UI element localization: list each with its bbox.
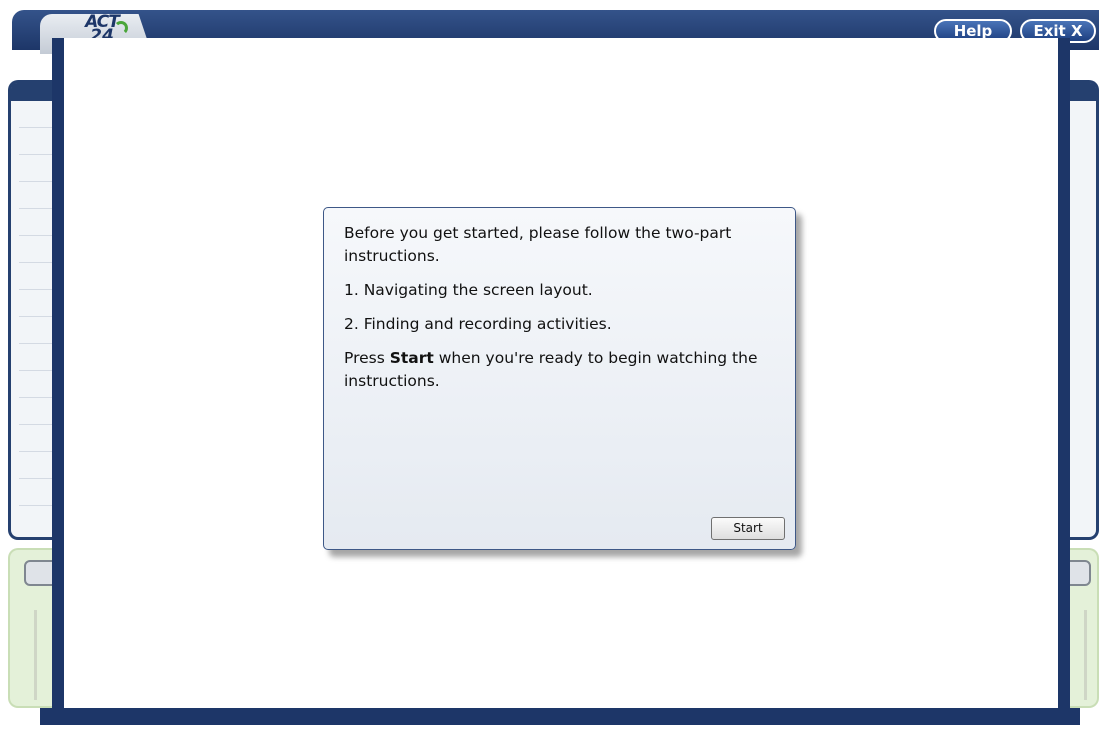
dialog-intro-text: Before you get started, please follow th… (344, 224, 732, 265)
logo-swirl-icon (114, 21, 128, 35)
dialog-press-start-text: Press Start when you're ready to begin w… (344, 349, 758, 390)
dialog-step-2: 2. Finding and recording activities. (344, 315, 612, 333)
dialog-body: Before you get started, please follow th… (344, 222, 774, 404)
overlay-bottom-bar (40, 708, 1080, 725)
dialog-step-1: 1. Navigating the screen layout. (344, 281, 593, 299)
instructions-dialog: Before you get started, please follow th… (323, 207, 796, 550)
start-button[interactable]: Start (711, 517, 785, 540)
